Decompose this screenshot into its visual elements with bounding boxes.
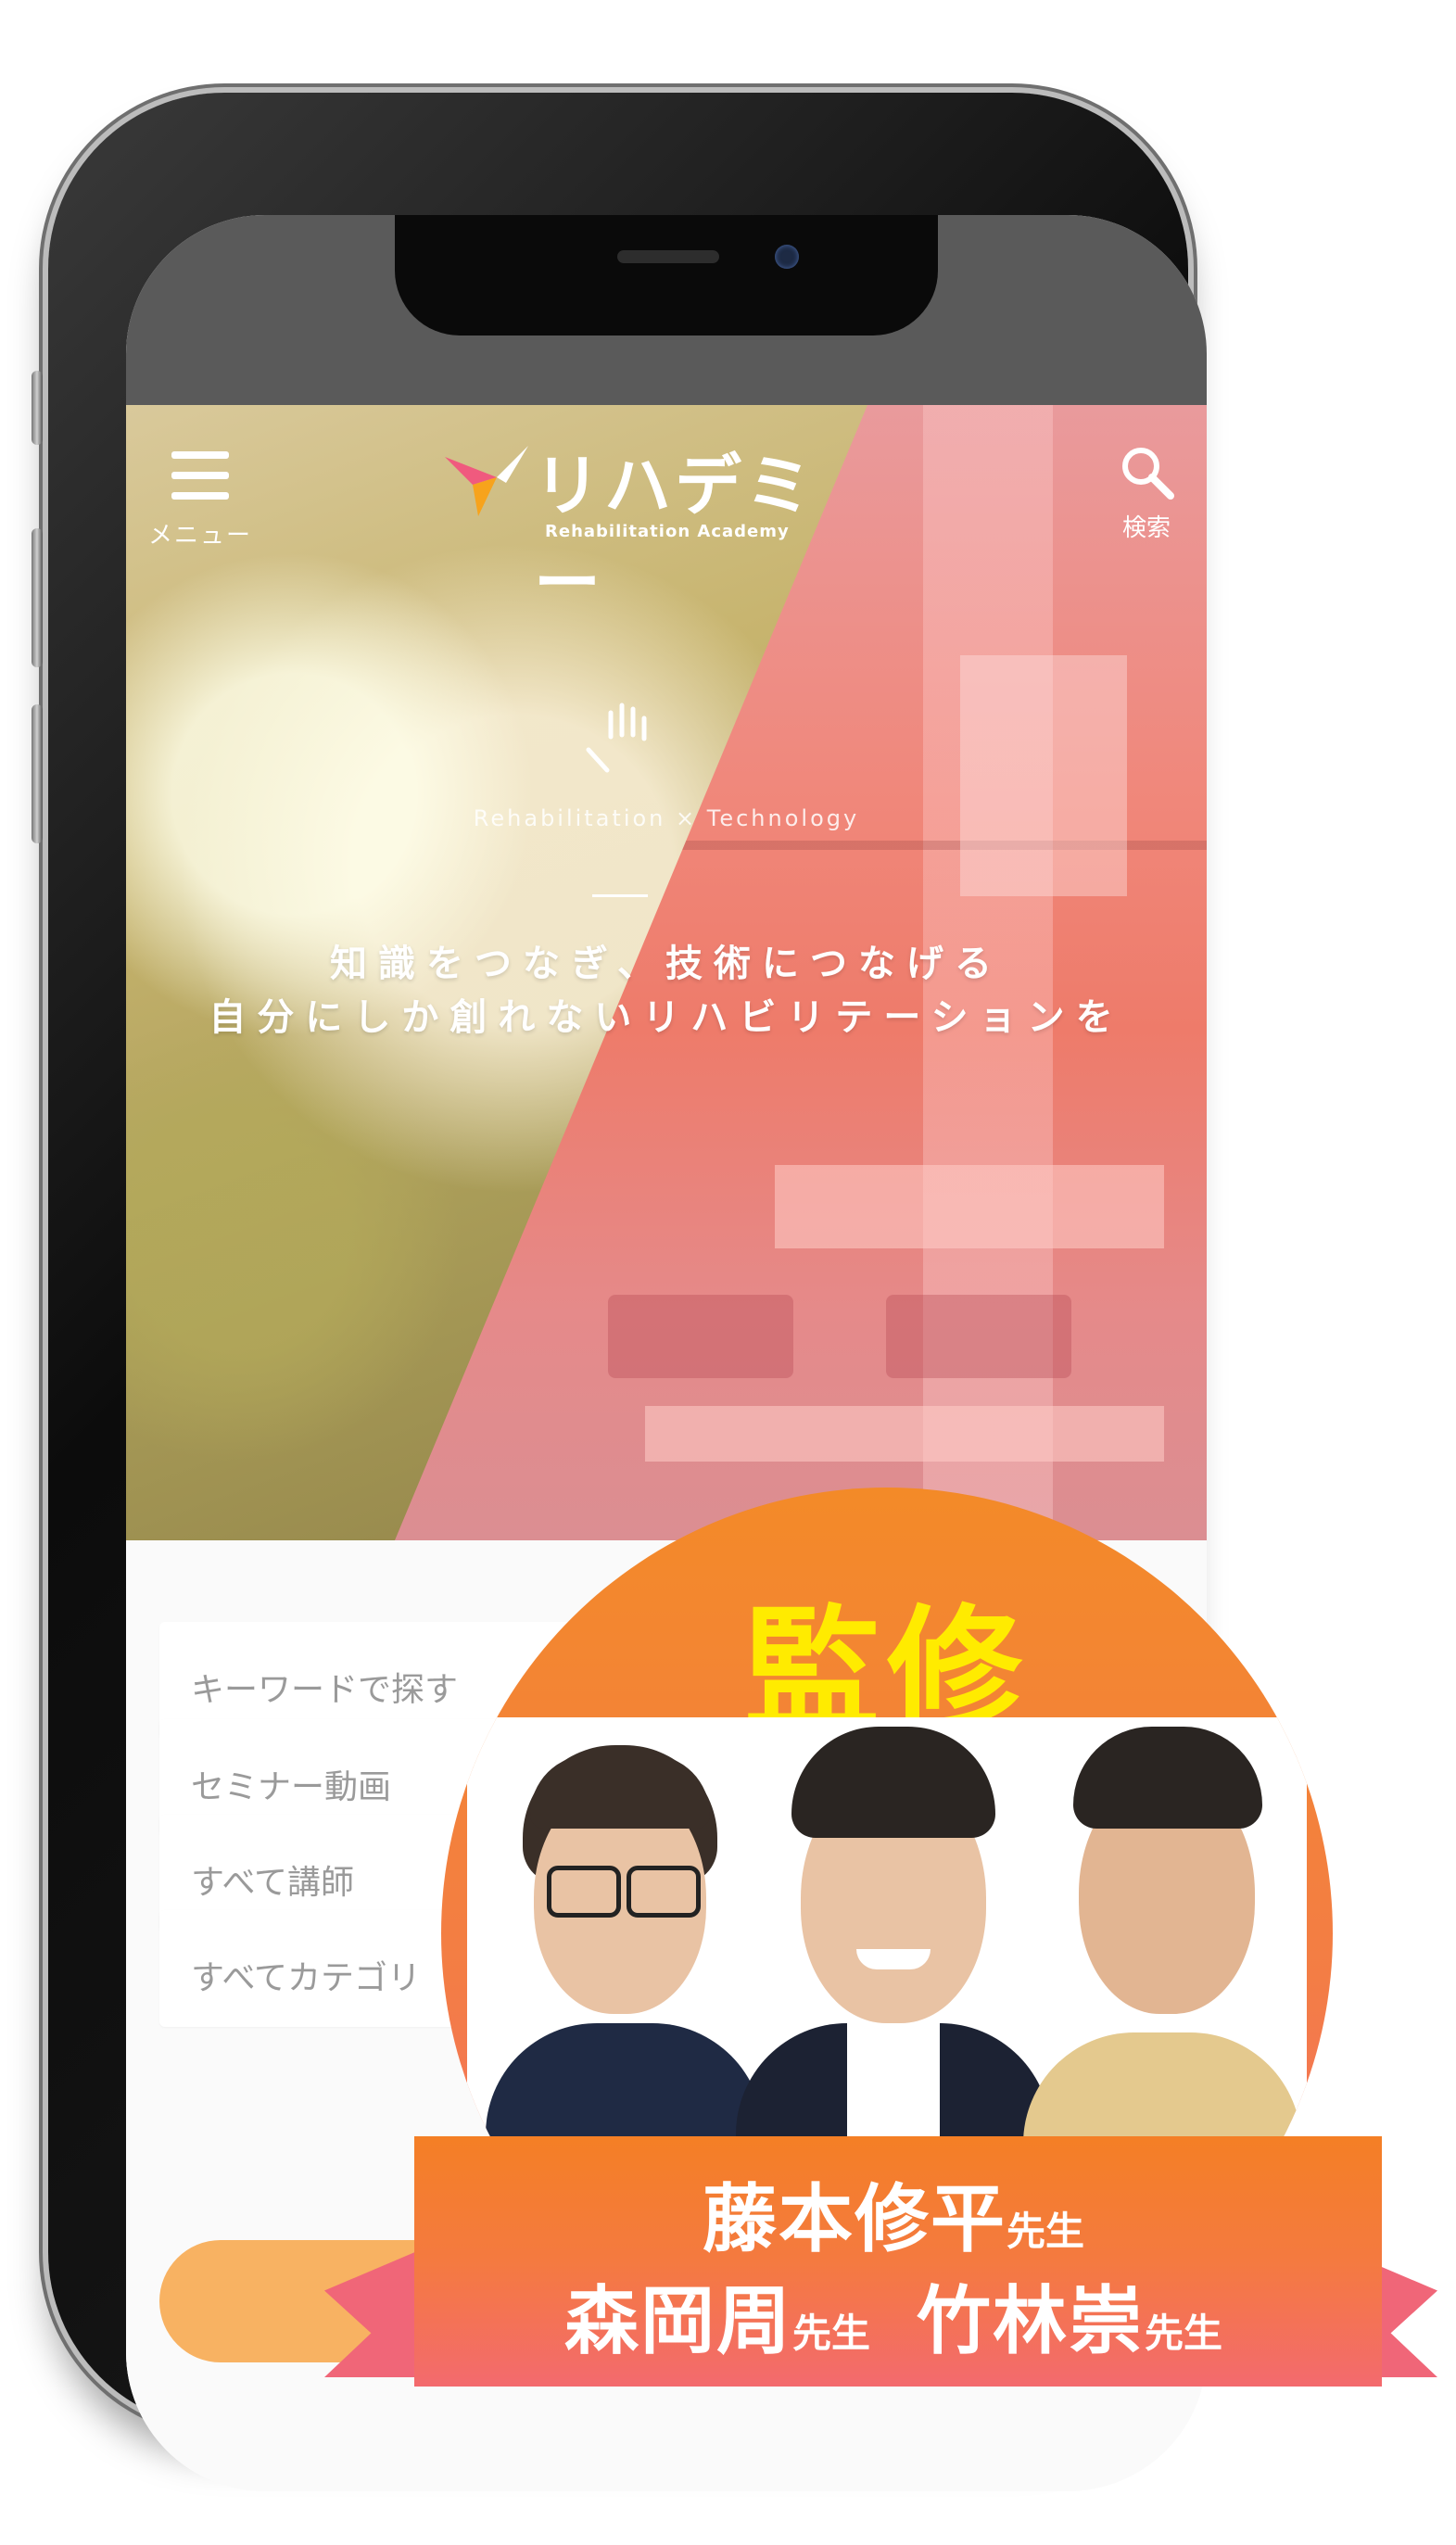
honorific: 先生	[791, 2311, 870, 2356]
tagline-english: Rehabilitation × Technology	[473, 805, 860, 831]
hero-divider	[592, 894, 648, 897]
search-label: 検索	[1121, 514, 1171, 542]
supervisor-name: 藤本修平	[702, 2176, 1007, 2262]
ribbon-line-1: 藤本修平先生	[414, 2159, 1382, 2267]
hand-icon	[586, 703, 647, 773]
volume-down-button	[32, 704, 43, 843]
hero-headline-line1: 知識をつなぎ、技術につなげる	[330, 943, 1003, 985]
category-value: すべてカテゴリ	[191, 1959, 422, 1997]
mute-switch	[32, 371, 43, 445]
honorific: 先生	[1006, 2209, 1084, 2254]
keyword-placeholder: キーワードで探す	[191, 1671, 459, 1709]
supervisor-names-ribbon: 藤本修平先生 森岡周先生 竹林崇先生	[414, 2136, 1382, 2387]
supervisor-name: 竹林崇	[917, 2278, 1145, 2364]
hero-banner: メニュー リハデミー Rehabilitation Academy 検索 Reh…	[126, 405, 1207, 1540]
honorific: 先生	[1145, 2311, 1223, 2356]
instructor-value: すべて講師	[191, 1864, 355, 1902]
notch	[395, 215, 938, 336]
logo-subtext: Rehabilitation Academy	[545, 522, 790, 541]
ribbon-line-2: 森岡周先生 竹林崇先生	[414, 2261, 1382, 2369]
speaker-grille	[617, 250, 719, 263]
front-camera	[775, 245, 799, 269]
logo-mark-icon	[445, 446, 528, 516]
content-type-value: セミナー動画	[191, 1768, 392, 1806]
hero-headline-line2: 自分にしか創れないリハビリテーションを	[209, 996, 1124, 1039]
menu-label: メニュー	[147, 522, 252, 550]
volume-up-button	[32, 528, 43, 667]
supervisor-name: 森岡周	[563, 2278, 792, 2364]
search-button[interactable]: 検索	[1095, 444, 1197, 555]
hamburger-icon	[171, 451, 229, 500]
menu-button[interactable]: メニュー	[145, 451, 256, 563]
site-logo[interactable]: リハデミー Rehabilitation Academy	[441, 431, 830, 622]
search-icon	[1122, 448, 1174, 500]
